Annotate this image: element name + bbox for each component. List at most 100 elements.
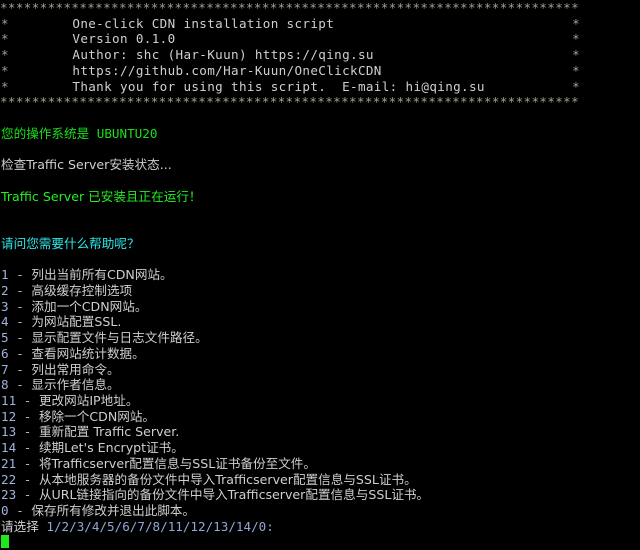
menu-item-label: 从URL链接指向的备份文件中导入Trafficserver配置信息与SSL证书。 (38, 487, 430, 503)
cursor-line (0, 534, 640, 550)
menu-item-key: 23 (1, 487, 17, 503)
banner-row-repo: * https://github.com/Har-Kuun/OneClickCDN… (0, 63, 640, 79)
banner-right-asterisk: * (572, 31, 581, 47)
menu-item-key: 13 (1, 424, 17, 440)
menu-item-7[interactable]: 7 - 列出常用命令。 (0, 362, 640, 378)
banner-bottom-border: ****************************************… (0, 94, 580, 110)
menu-item-label: 从本地服务器的备份文件中导入Trafficserver配置信息与SSL证书。 (38, 471, 417, 487)
menu-item-label: 保存所有修改并退出此脚本。 (31, 503, 196, 518)
menu-item-3[interactable]: 3 - 添加一个CDN网站。 (0, 299, 640, 315)
input-prompt-label: 请选择 (1, 518, 39, 534)
menu-item-key: 21 (1, 455, 17, 471)
menu-item-22[interactable]: 22 - 从本地服务器的备份文件中导入Trafficserver配置信息与SSL… (0, 472, 640, 488)
banner-left-asterisk: * (1, 15, 9, 31)
menu-item-dash: - (16, 345, 24, 361)
banner-row-thanks: * Thank you for using this script. E-mail… (0, 79, 640, 95)
menu-item-label: 续期Let's Encrypt证书。 (38, 440, 184, 456)
installed-status-text: Traffic Server 已安装且正在运行！ (1, 188, 202, 204)
input-prompt-options: 1/2/3/4/5/6/7/8/11/12/13/14/0: (46, 518, 274, 534)
menu-item-key: 0 (1, 503, 9, 518)
help-heading-line: 请问您需要什么帮助呢？ (0, 236, 640, 252)
menu-item-label: 将Trafficserver配置信息与SSL证书备份至文件。 (38, 455, 316, 471)
menu-item-1[interactable]: 1 - 列出当前所有CDN网站。 (0, 267, 640, 283)
banner-text-title: One-click CDN installation script (72, 15, 335, 31)
banner-right-asterisk: * (572, 47, 581, 63)
menu-item-label: 查看网站统计数据。 (31, 345, 145, 361)
menu-item-key: 3 (1, 298, 9, 314)
page-title: 请问您需要什么帮助呢？ (1, 235, 140, 251)
menu-item-label: 移除一个CDN网站。 (38, 408, 156, 424)
menu-item-key: 11 (1, 392, 17, 408)
banner-right-asterisk: * (572, 78, 581, 94)
banner-left-asterisk: * (1, 62, 9, 78)
menu-item-key: 12 (1, 408, 17, 424)
menu-item-dash: - (16, 361, 24, 377)
os-label: 您的操作系统是 (1, 125, 90, 141)
os-value: UBUNTU20 (96, 125, 158, 141)
banner-text-author: Author: shc (Har-Kuun) https://qing.su (72, 47, 374, 63)
terminal-window[interactable]: ****************************************… (0, 0, 640, 549)
menu-item-13[interactable]: 13 - 重新配置 Traffic Server. (0, 424, 640, 440)
menu-item-14[interactable]: 14 - 续期Let's Encrypt证书。 (0, 440, 640, 456)
menu-item-0[interactable]: 0 - 保存所有修改并退出此脚本。 (0, 503, 640, 519)
banner-row-title: * One-click CDN installation script * (0, 16, 640, 32)
menu-item-dash: - (16, 282, 24, 298)
menu-item-5[interactable]: 5 - 显示配置文件与日志文件路径。 (0, 330, 640, 346)
menu-item-label: 高级缓存控制选项 (31, 282, 133, 298)
banner-right-asterisk: * (572, 15, 581, 31)
menu-item-12[interactable]: 12 - 移除一个CDN网站。 (0, 409, 640, 425)
menu-item-key: 1 (1, 267, 9, 283)
menu-item-dash: - (16, 267, 24, 283)
menu-item-8[interactable]: 8 - 显示作者信息。 (0, 377, 640, 393)
text-cursor[interactable] (1, 535, 10, 549)
menu-item-key: 6 (1, 345, 9, 361)
menu-item-label: 列出常用命令。 (31, 361, 120, 377)
menu-item-11[interactable]: 11 - 更改网站IP地址。 (0, 393, 640, 409)
menu-item-2[interactable]: 2 - 高级缓存控制选项 (0, 283, 640, 299)
banner-text-version: Version 0.1.0 (72, 31, 176, 47)
banner-top-border: ****************************************… (0, 0, 580, 15)
menu-item-label: 列出当前所有CDN网站。 (31, 267, 173, 283)
menu-item-6[interactable]: 6 - 查看网站统计数据。 (0, 346, 640, 362)
menu-item-label: 添加一个CDN网站。 (31, 298, 148, 314)
menu-item-dash: - (16, 314, 24, 330)
banner-text-repo: https://github.com/Har-Kuun/OneClickCDN (72, 62, 382, 78)
menu-item-dash: - (16, 298, 24, 314)
menu-item-4[interactable]: 4 - 为网站配置SSL. (0, 314, 640, 330)
os-detection-line: 您的操作系统是 UBUNTU20 (0, 126, 640, 142)
banner-text-thanks: Thank you for using this script. E-mail:… (72, 78, 485, 94)
menu-item-label: 为网站配置SSL. (31, 314, 122, 330)
menu-item-dash: - (16, 330, 24, 346)
menu-item-21[interactable]: 21 - 将Trafficserver配置信息与SSL证书备份至文件。 (0, 456, 640, 472)
banner-left-asterisk: * (1, 78, 9, 94)
menu-item-key: 22 (1, 471, 17, 487)
banner-right-asterisk: * (572, 62, 581, 78)
checking-status-line: 检查Traffic Server安装状态... (0, 157, 640, 173)
menu-item-dash: - (16, 377, 24, 393)
input-prompt-line[interactable]: 请选择 1/2/3/4/5/6/7/8/11/12/13/14/0: (0, 519, 640, 535)
checking-status-text: 检查Traffic Server安装状态... (1, 157, 172, 173)
menu-item-label: 重新配置 Traffic Server. (38, 424, 180, 440)
menu-item-label: 显示作者信息。 (31, 377, 120, 393)
banner-row-version: * Version 0.1.0 * (0, 31, 640, 47)
menu-item-key: 7 (1, 361, 9, 377)
menu-item-key: 4 (1, 314, 9, 330)
menu-item-key: 5 (1, 330, 9, 346)
menu-item-key: 8 (1, 377, 9, 393)
banner-left-asterisk: * (1, 31, 9, 47)
menu-item-dash: - (16, 503, 24, 518)
menu-item-23[interactable]: 23 - 从URL链接指向的备份文件中导入Trafficserver配置信息与S… (0, 487, 640, 503)
menu-item-label: 更改网站IP地址。 (38, 392, 139, 408)
banner-left-asterisk: * (1, 47, 9, 63)
menu-item-key: 14 (1, 440, 17, 456)
installed-status-line: Traffic Server 已安装且正在运行！ (0, 189, 640, 205)
menu-item-key: 2 (1, 282, 9, 298)
banner-row-author: * Author: shc (Har-Kuun) https://qing.su * (0, 47, 640, 63)
menu-item-label: 显示配置文件与日志文件路径。 (31, 330, 208, 346)
